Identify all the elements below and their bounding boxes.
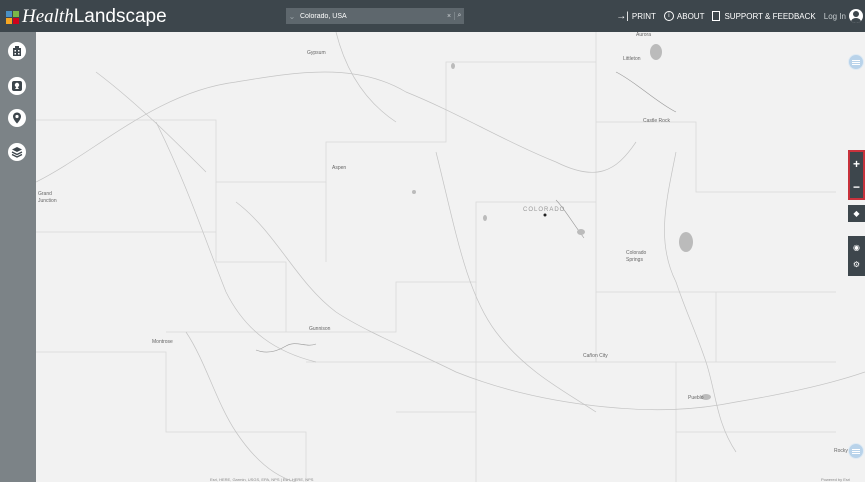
print-button[interactable]: →| PRINT: [616, 11, 656, 22]
menu-lines-icon: [852, 61, 860, 63]
place-label: Gypsum: [307, 50, 326, 56]
layers-icon[interactable]: [8, 143, 26, 161]
user-icon[interactable]: [849, 9, 863, 23]
location-search: ⌄ × ⌕: [286, 8, 464, 24]
print-arrow-icon: →|: [616, 10, 629, 22]
map-canvas[interactable]: Aurora Littleton Castle Rock Gypsum Aspe…: [36, 32, 865, 482]
clear-icon[interactable]: ×: [444, 13, 454, 20]
location-pin-icon[interactable]: [8, 109, 26, 127]
place-label: Colorado: [626, 250, 647, 256]
logo-text-health: Health: [22, 6, 74, 27]
map-attribution: Esri, HERE, Garmin, USGS, EPA, NPS | Esr…: [210, 477, 314, 482]
left-sidebar: [0, 32, 36, 482]
top-nav: →| PRINT i ABOUT SUPPORT & FEEDBACK Log …: [616, 0, 865, 32]
app-logo[interactable]: Health Landscape: [6, 6, 167, 28]
logo-mark-icon: [6, 11, 19, 24]
place-label: Aspen: [332, 165, 347, 171]
place-label: Rocky: [834, 448, 848, 454]
place-label: Castle Rock: [643, 118, 670, 124]
place-label: Pueblo: [688, 395, 704, 401]
search-dropdown-icon[interactable]: ⌄: [286, 12, 298, 21]
zoom-controls: + −: [848, 150, 865, 200]
state-label: COLORADO: [523, 207, 566, 213]
list-toggle-button[interactable]: [848, 443, 864, 459]
place-label: Gunnison: [309, 326, 331, 332]
place-label: Littleton: [623, 56, 641, 62]
place-label: Cañon City: [583, 353, 608, 359]
top-bar: HealthLandscape ⌄ × ⌕ →| PRINT i ABOUT S…: [0, 0, 865, 32]
print-label: PRINT: [631, 11, 656, 21]
basemap-icon[interactable]: ◉: [853, 243, 860, 252]
place-label: Montrose: [152, 339, 173, 345]
support-label: SUPPORT & FEEDBACK: [724, 11, 816, 21]
locate-button[interactable]: ◆: [848, 205, 865, 222]
search-icon[interactable]: ⌕: [454, 12, 464, 20]
zoom-out-button[interactable]: −: [850, 175, 863, 198]
zoom-in-button[interactable]: +: [850, 152, 863, 175]
place-label: Junction: [38, 198, 57, 204]
building-icon[interactable]: [8, 42, 26, 60]
place-label: Aurora: [636, 32, 652, 38]
map-base-layer: [36, 32, 865, 482]
info-icon: i: [663, 11, 674, 21]
list-lines-icon: [852, 450, 860, 452]
esri-attribution: Powered by Esri: [821, 477, 851, 482]
about-label: ABOUT: [676, 11, 705, 21]
login-link[interactable]: Log In: [824, 12, 846, 21]
logo-text-landscape: Landscape: [73, 6, 167, 27]
place-label: Grand: [38, 191, 52, 197]
map-tools-group: ◉ ⚙: [848, 236, 865, 276]
settings-icon[interactable]: ⚙: [853, 260, 860, 269]
about-button[interactable]: i ABOUT: [663, 11, 705, 21]
place-label: Springs: [626, 257, 643, 263]
legend-toggle-button[interactable]: [848, 54, 864, 70]
location-search-input[interactable]: [298, 9, 444, 23]
document-icon: [712, 11, 721, 21]
map-marker-square-icon[interactable]: [8, 77, 26, 95]
support-feedback-button[interactable]: SUPPORT & FEEDBACK: [712, 11, 816, 21]
